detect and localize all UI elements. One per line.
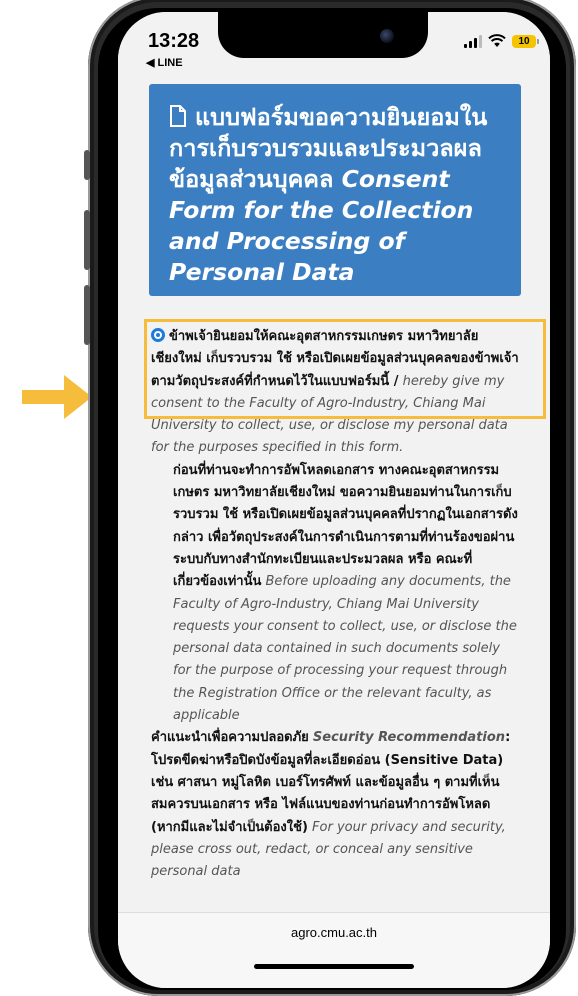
security-heading-english: Security Recommendation <box>312 730 506 746</box>
signal-icon <box>464 34 482 48</box>
browser-url-bar[interactable]: agro.cmu.ac.th <box>118 912 550 988</box>
home-indicator[interactable] <box>254 964 414 969</box>
consent-radio-button[interactable] <box>151 328 165 342</box>
camera-icon <box>380 29 394 43</box>
mute-switch <box>84 150 90 180</box>
pointer-arrow-icon <box>22 375 92 419</box>
battery-icon: 10 <box>512 34 539 48</box>
upload-notice-english: Before uploading any documents, the Facu… <box>173 574 517 724</box>
upload-notice: ก่อนที่ท่านจะทำการอัพโหลดเอกสาร ทางคณะอุ… <box>151 460 521 728</box>
phone-screen: 13:28 ◀ LINE 10 แบบฟอร์มขอความยินยอมในกา… <box>118 12 550 988</box>
security-recommendation: คำแนะนำเพื่อความปลอดภัย Security Recomme… <box>151 727 521 883</box>
notch <box>218 12 428 58</box>
form-header: แบบฟอร์มขอความยินยอมในการเก็บรวบรวมและปร… <box>149 84 521 296</box>
status-bar: 13:28 ◀ LINE 10 <box>118 12 550 74</box>
back-to-app-link[interactable]: ◀ LINE <box>146 56 183 69</box>
wifi-icon <box>488 34 506 47</box>
web-page[interactable]: แบบฟอร์มขอความยินยอมในการเก็บรวบรวมและปร… <box>118 74 550 912</box>
document-icon <box>170 105 186 127</box>
volume-down-button <box>84 285 90 345</box>
volume-up-button <box>84 210 90 270</box>
url-text[interactable]: agro.cmu.ac.th <box>118 925 550 940</box>
consent-content: ข้าพเจ้ายินยอมให้คณะอุตสาหกรรมเกษตร มหาว… <box>144 319 546 883</box>
status-time: 13:28 <box>148 30 200 52</box>
upload-notice-thai: ก่อนที่ท่านจะทำการอัพโหลดเอกสาร ทางคณะอุ… <box>173 462 518 590</box>
security-heading-thai: คำแนะนำเพื่อความปลอดภัย <box>151 730 309 746</box>
status-icons: 10 <box>464 34 539 48</box>
form-title: แบบฟอร์มขอความยินยอมในการเก็บรวบรวมและปร… <box>169 102 503 288</box>
consent-option[interactable]: ข้าพเจ้ายินยอมให้คณะอุตสาหกรรมเกษตร มหาว… <box>151 326 521 460</box>
